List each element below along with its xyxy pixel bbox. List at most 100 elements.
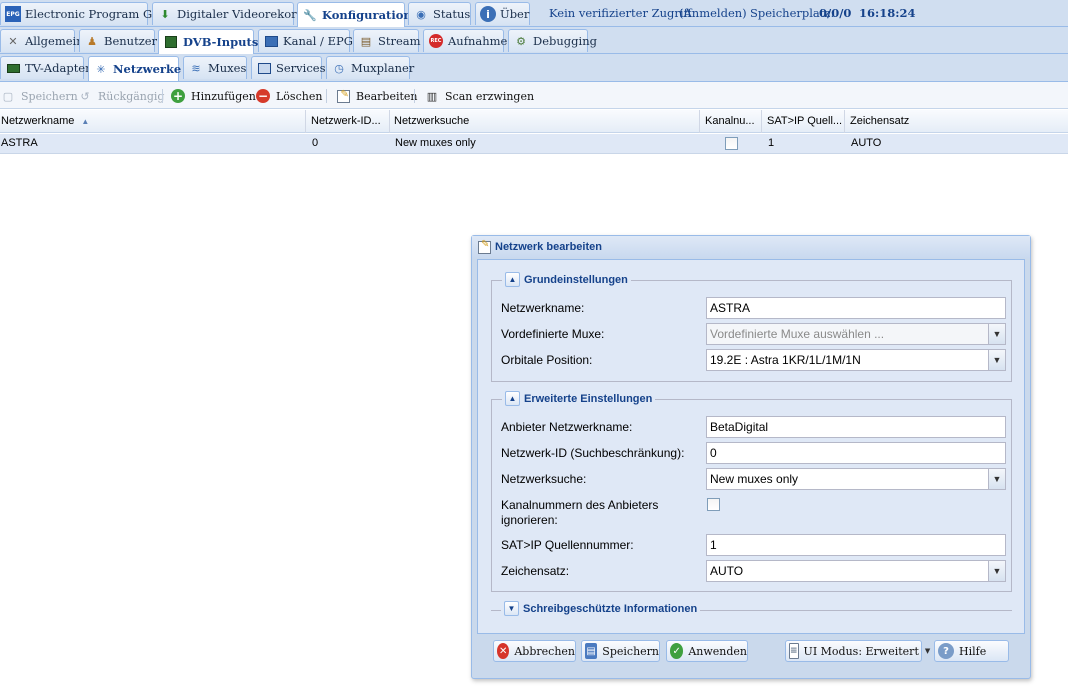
eye-icon: ◉ (416, 7, 426, 21)
column-header-network-search[interactable]: Netzwerksuche (390, 110, 700, 133)
tab-general[interactable]: ✕ Allgemein (0, 29, 84, 52)
stream-icon: ▤ (360, 34, 372, 48)
tab-channel-epg[interactable]: Kanal / EPG (258, 29, 353, 52)
services-icon (256, 60, 272, 76)
tab-label: Kanal / EPG (283, 34, 353, 48)
save-button[interactable]: ▤ Speichern (581, 640, 660, 662)
apply-button[interactable]: ✓ Anwenden (666, 640, 748, 662)
tab-debugging[interactable]: ⚙ Debugging (508, 29, 597, 52)
legend-label: Schreibgeschützte Informationen (523, 602, 698, 615)
tab-services[interactable]: Services (251, 56, 326, 79)
dialog-titlebar[interactable]: ✎ Netzwerk bearbeiten (472, 236, 1030, 258)
button-label: Hinzufügen (191, 89, 256, 103)
tab-about[interactable]: i Über (475, 2, 530, 25)
add-button[interactable]: + Hinzufügen (170, 87, 256, 105)
delete-icon: − (256, 89, 270, 103)
cell-ignore-numbers (724, 137, 738, 150)
tab-recording[interactable]: REC Aufnahme (423, 29, 507, 52)
chevron-down-icon: ▼ (924, 647, 931, 655)
button-label: Speichern (21, 89, 78, 103)
clock-icon: ◷ (334, 61, 344, 75)
column-label: Netzwerk-ID... (311, 115, 381, 127)
ignore-numbers-checkbox[interactable] (707, 498, 720, 511)
table-row[interactable]: ASTRA 0 New muxes only 1 AUTO (0, 134, 1068, 154)
edit-icon: ✎ (335, 88, 351, 104)
cancel-button[interactable]: ✕ Abbrechen (493, 640, 576, 662)
delete-button[interactable]: − Löschen (255, 87, 322, 105)
edit-button[interactable]: ✎ Bearbeiten (335, 87, 418, 105)
save-icon: ▤ (585, 643, 598, 659)
config-tab-bar: ✕ Allgemein ♟ Benutzer DVB-Inputs Kanal … (0, 27, 1068, 54)
tab-tv-adapter[interactable]: TV-Adapter (0, 56, 91, 79)
column-header-charset[interactable]: Zeichensatz (845, 110, 1068, 133)
clock: 16:18:24 (859, 6, 916, 20)
provider-name-field[interactable]: BetaDigital (706, 416, 1006, 438)
orbital-position-select[interactable]: 19.2E : Astra 1KR/1L/1M/1N ▼ (706, 349, 1006, 371)
column-header-network-name[interactable]: Netzwerkname ▲ (0, 110, 306, 133)
button-label: Abbrechen (514, 644, 575, 658)
column-label: Netzwerksuche (394, 115, 470, 127)
undo-button[interactable]: ↺ Rückgängig (77, 87, 164, 105)
tab-muxplaner[interactable]: ◷ Muxplaner (326, 56, 414, 79)
save-button[interactable]: ▢ Speichern (0, 87, 78, 105)
binoculars-icon: ▥ (426, 89, 438, 103)
expand-down-icon[interactable]: ▼ (504, 601, 519, 616)
toolbar-separator (326, 89, 327, 103)
column-header-network-id[interactable]: Netzwerk-ID... (306, 110, 390, 133)
select-value: New muxes only (710, 472, 799, 486)
network-name-field[interactable]: ASTRA (706, 297, 1006, 319)
button-label: Hilfe (959, 644, 987, 658)
predefined-muxes-select[interactable]: Vordefinierte Muxe auswählen ... ▼ (706, 323, 1006, 345)
tab-status[interactable]: ◉ Status (408, 2, 471, 25)
antenna-icon: ✳ (96, 62, 106, 76)
ignore-numbers-label-cont: ignorieren: (501, 513, 558, 527)
tab-label: Über (500, 7, 530, 21)
column-header-channel-numbers[interactable]: Kanalnu... (700, 110, 762, 133)
login-link[interactable]: (Anmelden) (679, 6, 747, 20)
advanced-settings-fieldset: ▲ Erweiterte Einstellungen Anbieter Netz… (491, 391, 1012, 592)
network-id-label: Netzwerk-ID (Suchbeschränkung): (501, 446, 685, 460)
chevron-down-icon[interactable]: ▼ (988, 469, 1005, 489)
column-header-satip-source[interactable]: SAT>IP Quell... (762, 110, 845, 133)
ignore-numbers-checkbox[interactable] (725, 137, 738, 150)
tab-dvr[interactable]: ⬇ Digitaler Videorekorder (152, 2, 316, 25)
tab-stream[interactable]: ▤ Stream (353, 29, 421, 52)
chevron-down-icon[interactable]: ▼ (988, 350, 1005, 370)
main-tab-bar: EPG Electronic Program Guide ⬇ Digitaler… (0, 0, 1068, 27)
collapse-up-icon[interactable]: ▲ (505, 272, 520, 287)
grid-header: Netzwerkname ▲ Netzwerk-ID... Netzwerksu… (0, 110, 1068, 133)
toolbar-separator (162, 89, 163, 103)
readonly-info-legend[interactable]: ▼ Schreibgeschützte Informationen (501, 601, 701, 616)
force-scan-button[interactable]: ▥ Scan erzwingen (424, 87, 534, 105)
ui-mode-button[interactable]: ≡ UI Modus: Erweitert ▼ (785, 640, 930, 662)
tab-label: Digitaler Videorekorder (177, 7, 317, 21)
charset-label: Zeichensatz: (501, 564, 570, 578)
bug-icon: ⚙ (516, 34, 526, 48)
info-icon: i (480, 6, 496, 22)
charset-select[interactable]: AUTO ▼ (706, 560, 1006, 582)
advanced-settings-legend[interactable]: ▲ Erweiterte Einstellungen (502, 391, 656, 406)
collapse-up-icon[interactable]: ▲ (505, 391, 520, 406)
add-icon: + (171, 89, 185, 103)
network-search-select[interactable]: New muxes only ▼ (706, 468, 1006, 490)
help-button[interactable]: ? Hilfe (934, 640, 1009, 662)
tab-label: Debugging (533, 34, 597, 48)
dvb-tab-bar: TV-Adapter ✳ Netzwerke ≋ Muxes Services … (0, 54, 1068, 82)
tab-users[interactable]: ♟ Benutzer (79, 29, 157, 52)
satip-source-field[interactable]: 1 (706, 534, 1006, 556)
muxes-icon: ≋ (191, 61, 201, 75)
tab-muxes[interactable]: ≋ Muxes (183, 56, 247, 79)
network-id-field[interactable]: 0 (706, 442, 1006, 464)
orbital-position-label: Orbitale Position: (501, 353, 593, 367)
basic-settings-legend[interactable]: ▲ Grundeinstellungen (502, 272, 631, 287)
chevron-down-icon[interactable]: ▼ (988, 561, 1005, 581)
tools-icon: ✕ (8, 34, 18, 48)
storage-value: 0/0/0 (819, 6, 852, 20)
tab-epg[interactable]: EPG Electronic Program Guide (0, 2, 177, 25)
legend-label: Erweiterte Einstellungen (524, 392, 653, 405)
chevron-down-icon[interactable]: ▼ (988, 324, 1005, 344)
dialog-title: Netzwerk bearbeiten (495, 241, 602, 253)
tab-configuration[interactable]: 🔧 Konfiguration (297, 2, 412, 27)
tab-dvb-inputs[interactable]: DVB-Inputs (158, 29, 258, 54)
tab-networks[interactable]: ✳ Netzwerke (88, 56, 181, 81)
